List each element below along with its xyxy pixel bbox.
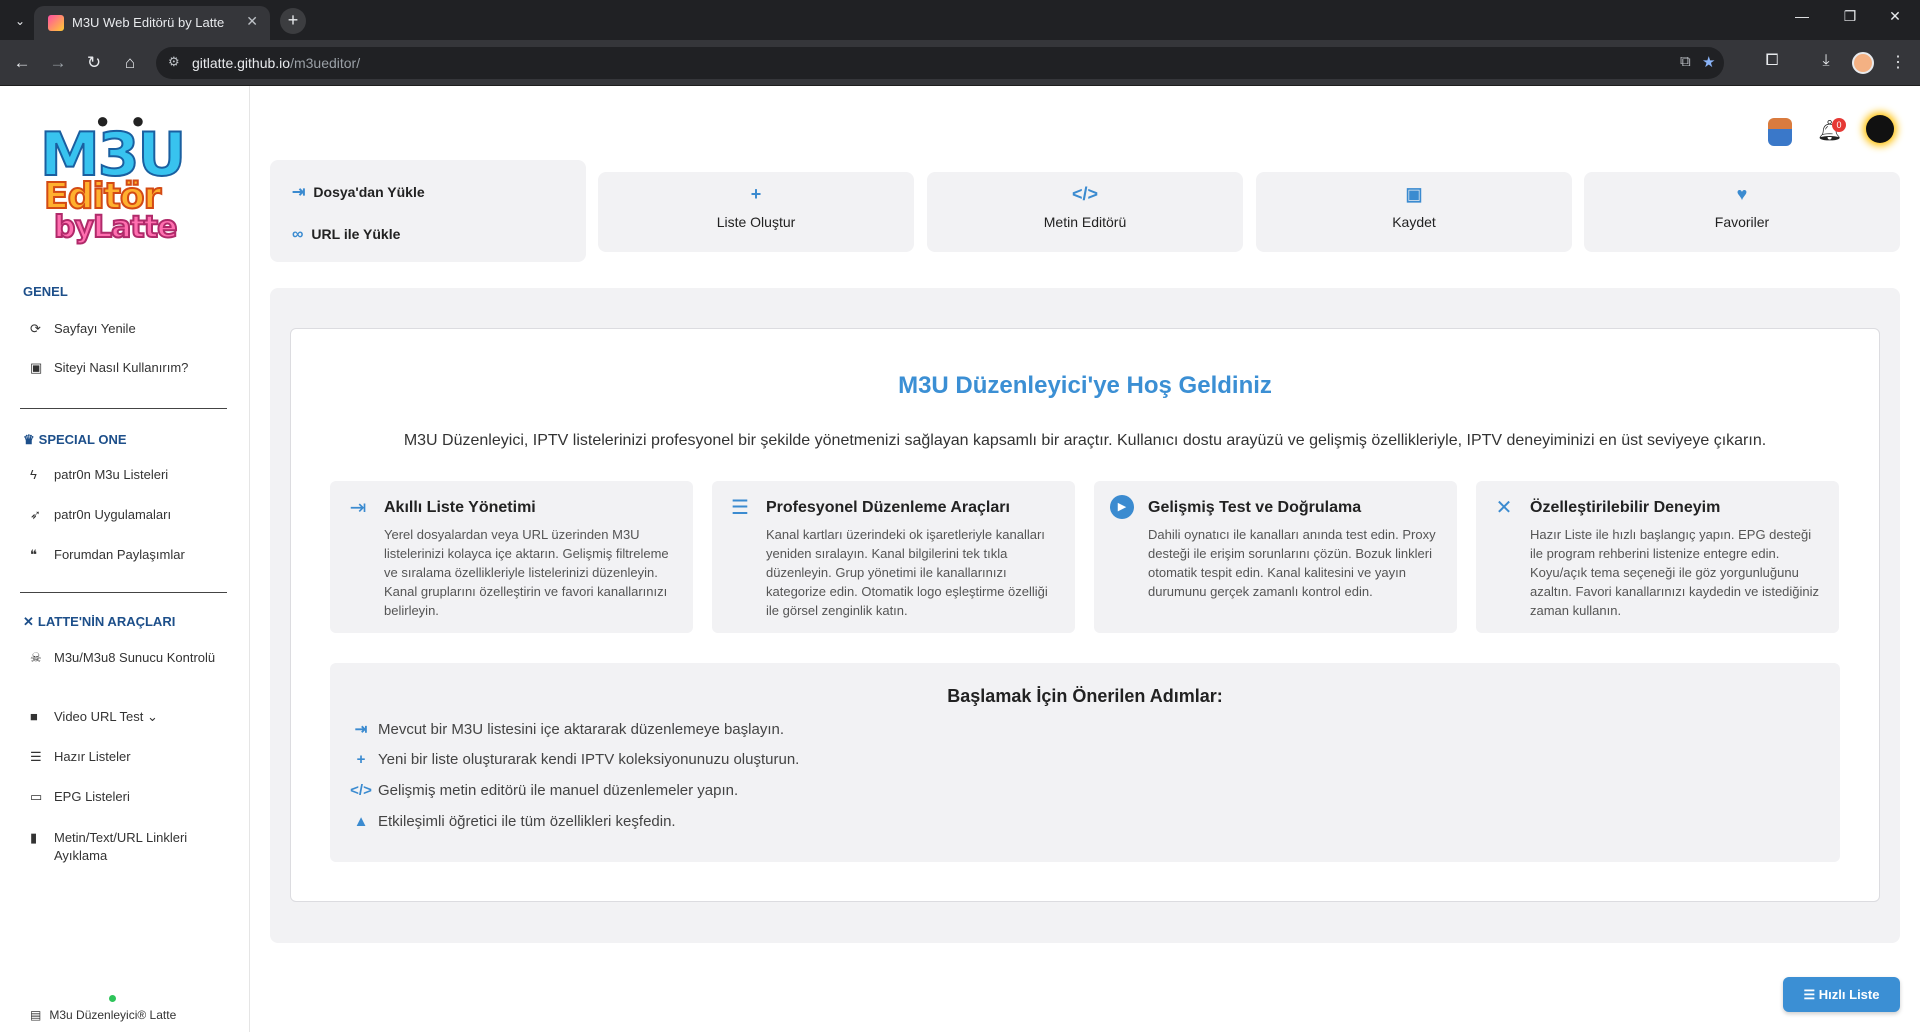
list-icon: ☰	[30, 749, 42, 764]
bookmark-star-icon[interactable]: ★	[1702, 53, 1715, 71]
heart-icon: ♥	[1736, 184, 1748, 204]
section-tools: ✕ LATTE'NİN ARAÇLARI	[23, 614, 176, 629]
help-icon: ▣	[30, 360, 43, 375]
welcome-title: M3U Düzenleyici'ye Hoş Geldiniz	[898, 372, 1272, 399]
card-icon: ▤	[30, 1008, 42, 1022]
downloads-icon[interactable]: ⤓	[1815, 52, 1837, 70]
sidebar: ● ● M3U Editör byLatte GENEL ⟳ Sayfayı Y…	[0, 86, 250, 1032]
load-file-button[interactable]: ⇥ Dosya'dan Yükle	[292, 182, 425, 202]
plus-icon: +	[750, 184, 762, 204]
load-url-button[interactable]: ∞ URL ile Yükle	[292, 226, 400, 244]
browser-tab-bar: ⌄ M3U Web Editörü by Latte ✕ + — ❐ ✕	[0, 0, 1920, 40]
list-icon: ☰	[1803, 987, 1819, 1002]
forward-icon[interactable]: →	[47, 52, 69, 74]
app-logo[interactable]: ● ● M3U Editör byLatte	[36, 108, 216, 250]
monitor-icon: ▭	[30, 789, 43, 804]
play-icon: ▶	[1110, 495, 1134, 519]
step-item: + Yeni bir liste oluşturarak kendi IPTV k…	[350, 751, 800, 768]
section-genel: GENEL	[23, 284, 68, 299]
browser-tab[interactable]: M3U Web Editörü by Latte ✕	[34, 6, 270, 40]
window-close-icon[interactable]: ✕	[1880, 8, 1910, 25]
back-icon[interactable]: ←	[11, 52, 33, 74]
feature-card: ✕ Özelleştirilebilir Deneyim Hazır Liste…	[1476, 481, 1839, 633]
comments-icon: ❝	[30, 547, 37, 562]
save-icon: ▣	[1405, 184, 1423, 204]
tab-search-icon[interactable]: ⌄	[10, 11, 30, 31]
quick-list-button[interactable]: ☰ Hızlı Liste	[1783, 977, 1900, 1012]
new-tab-button[interactable]: +	[280, 8, 306, 34]
file-icon: ▮	[30, 830, 38, 845]
plus-icon: +	[356, 751, 366, 768]
rocket-icon: ➶	[30, 507, 41, 522]
sidebar-divider	[20, 592, 227, 593]
code-icon: </>	[350, 782, 372, 799]
save-button[interactable]: ▣ Kaydet	[1256, 172, 1572, 252]
text-editor-button[interactable]: </> Metin Editörü	[927, 172, 1243, 252]
bolt-icon: ϟ	[30, 467, 37, 482]
refresh-icon: ⟳	[30, 321, 41, 336]
feature-card: ☰ Profesyonel Düzenleme Araçları Kanal k…	[712, 481, 1075, 633]
theme-toggle[interactable]	[1866, 115, 1894, 143]
extensions-icon[interactable]: ⧠	[1761, 52, 1783, 70]
code-icon: </>	[1071, 184, 1099, 204]
step-item: ▲ Etkileşimli öğretici ile tüm özellikler…	[350, 813, 676, 830]
tools-icon: ✕	[1495, 497, 1513, 519]
file-import-icon: ⇥	[349, 497, 367, 519]
step-item: ⇥ Mevcut bir M3U listesini içe aktararak …	[350, 720, 784, 738]
sidebar-footer[interactable]: ▤ M3u Düzenleyici® Latte	[30, 1008, 176, 1022]
feature-card: ▶ Gelişmiş Test ve Doğrulama Dahili oyna…	[1094, 481, 1457, 633]
list-icon: ☰	[731, 497, 749, 519]
status-dot	[109, 995, 116, 1002]
feature-card: ⇥ Akıllı Liste Yönetimi Yerel dosyalarda…	[330, 481, 693, 633]
file-import-icon: ⇥	[292, 184, 306, 201]
favorites-button[interactable]: ♥ Favoriler	[1584, 172, 1900, 252]
url-text: gitlatte.github.io/m3ueditor/	[192, 55, 361, 71]
load-card: ⇥ Dosya'dan Yükle ∞ URL ile Yükle	[270, 160, 586, 262]
create-list-button[interactable]: + Liste Oluştur	[598, 172, 914, 252]
restore-icon[interactable]: ❐	[1835, 8, 1865, 25]
chevron-down-icon: ⌄	[147, 709, 158, 724]
file-import-icon: ⇥	[354, 721, 368, 738]
home-icon[interactable]: ⌂	[119, 52, 141, 74]
section-special: ♛ SPECIAL ONE	[23, 432, 127, 447]
welcome-description: M3U Düzenleyici, IPTV listelerinizi prof…	[403, 432, 1767, 449]
notification-badge: 0	[1832, 118, 1846, 132]
skull-icon: ☠	[30, 650, 42, 665]
step-item: </> Gelişmiş metin editörü ile manuel düz…	[350, 782, 739, 799]
menu-icon[interactable]: ⋮	[1887, 52, 1909, 72]
profile-avatar[interactable]	[1852, 52, 1874, 74]
address-bar[interactable]: ⚙ gitlatte.github.io/m3ueditor/ ⧉ ★	[156, 47, 1724, 79]
steps-title: Başlamak İçin Önerilen Adımlar:	[947, 686, 1223, 706]
tab-favicon	[48, 15, 64, 31]
sidebar-divider	[20, 408, 227, 409]
minimize-icon[interactable]: —	[1787, 8, 1817, 24]
browser-toolbar: ← → ↻ ⌂ ⚙ gitlatte.github.io/m3ueditor/ …	[0, 40, 1920, 86]
tab-title: M3U Web Editörü by Latte	[72, 15, 225, 30]
tools-icon: ✕	[23, 614, 34, 629]
site-info-icon[interactable]: ⚙	[168, 54, 180, 70]
reload-icon[interactable]: ↻	[83, 52, 105, 74]
tab-close-icon[interactable]: ✕	[246, 13, 258, 30]
video-icon: ■	[30, 709, 38, 724]
link-icon: ∞	[292, 226, 304, 243]
crown-icon: ♛	[23, 432, 35, 447]
user-avatar[interactable]	[1768, 118, 1792, 146]
graduation-cap-icon: ▲	[353, 813, 369, 830]
open-in-app-icon[interactable]: ⧉	[1680, 53, 1691, 70]
